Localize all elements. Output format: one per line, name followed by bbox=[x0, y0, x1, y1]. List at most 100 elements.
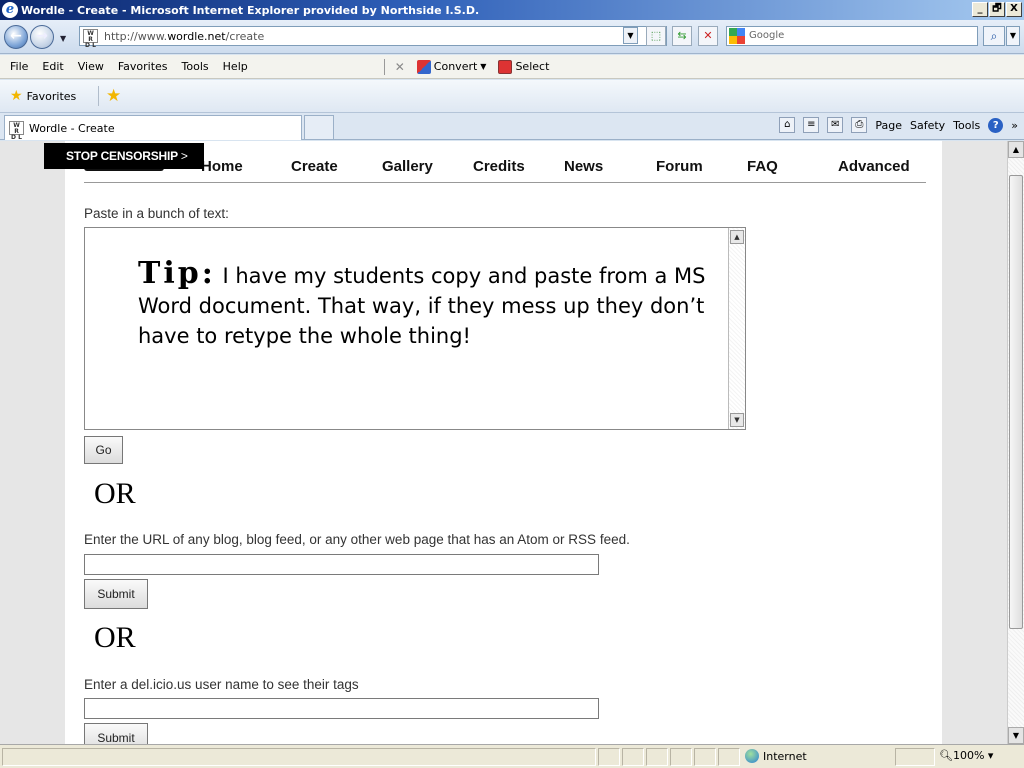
scrollbar-thumb[interactable] bbox=[1009, 175, 1023, 629]
google-icon bbox=[729, 28, 745, 44]
print-icon[interactable]: ⎙ bbox=[851, 117, 868, 133]
wordle-page: STOP CENSORSHIP > Home Create Gallery Cre… bbox=[44, 141, 942, 744]
favorites-star-icon: ★ bbox=[10, 88, 23, 104]
maximize-button[interactable]: 🗗 bbox=[989, 2, 1005, 17]
tab-bar: W RD L Wordle - Create ⌂ ≡ ✉ ⎙ Page Safe… bbox=[0, 113, 1024, 141]
delicious-username-label: Enter a del.icio.us user name to see the… bbox=[84, 677, 359, 692]
close-button[interactable]: X bbox=[1006, 2, 1022, 17]
nav-forum[interactable]: Forum bbox=[656, 158, 703, 175]
status-bar: Internet 🔍︎100% ▾ bbox=[0, 744, 1024, 768]
scroll-down-icon[interactable]: ▼ bbox=[1008, 727, 1024, 744]
tab-wordle-create[interactable]: W RD L Wordle - Create bbox=[4, 115, 302, 141]
nav-gallery[interactable]: Gallery bbox=[382, 158, 433, 175]
menu-bar: File Edit View Favorites Tools Help ✕ Co… bbox=[0, 55, 1024, 79]
tip-annotation: Tip: I have my students copy and paste f… bbox=[138, 259, 718, 351]
select-label: Select bbox=[515, 60, 550, 73]
go-button[interactable]: Go bbox=[84, 436, 123, 464]
textarea-scroll-down-icon[interactable]: ▼ bbox=[730, 413, 744, 427]
window-title: Wordle - Create - Microsoft Internet Exp… bbox=[21, 3, 480, 17]
submit-feed-button[interactable]: Submit bbox=[84, 579, 148, 609]
feed-url-label: Enter the URL of any blog, blog feed, or… bbox=[84, 532, 630, 547]
status-cell bbox=[598, 748, 620, 766]
page-menu[interactable]: Page bbox=[875, 119, 902, 132]
internet-globe-icon bbox=[745, 749, 759, 763]
search-button[interactable]: ⌕ bbox=[983, 26, 1005, 46]
stop-censorship-badge[interactable]: STOP CENSORSHIP > bbox=[44, 143, 204, 169]
refresh-icon[interactable]: ⇆ bbox=[672, 26, 692, 46]
menu-help[interactable]: Help bbox=[221, 60, 250, 73]
delicious-username-input[interactable] bbox=[84, 698, 599, 719]
textarea-scrollbar[interactable]: ▲ ▼ bbox=[728, 228, 745, 429]
textarea-scroll-up-icon[interactable]: ▲ bbox=[730, 230, 744, 244]
status-cell bbox=[694, 748, 716, 766]
menu-tools[interactable]: Tools bbox=[180, 60, 211, 73]
compatibility-view-icon[interactable]: ⬚ bbox=[646, 26, 666, 46]
favorites-bar: ★ Favorites ★ bbox=[0, 80, 1024, 113]
wordle-favicon-icon: W RD L bbox=[83, 29, 98, 49]
new-tab-button[interactable] bbox=[304, 115, 334, 139]
feeds-icon[interactable]: ≡ bbox=[803, 117, 820, 133]
forward-button[interactable]: → bbox=[30, 25, 54, 49]
nav-news[interactable]: News bbox=[564, 158, 603, 175]
back-button[interactable]: ← bbox=[4, 25, 28, 49]
scroll-up-icon[interactable]: ▲ bbox=[1008, 141, 1024, 158]
search-input[interactable]: Google bbox=[726, 26, 978, 46]
menu-favorites[interactable]: Favorites bbox=[116, 60, 170, 73]
home-icon[interactable]: ⌂ bbox=[779, 117, 796, 133]
page-scrollbar[interactable]: ▲ ▼ bbox=[1007, 141, 1024, 744]
paste-text-label: Paste in a bunch of text: bbox=[84, 206, 229, 221]
protected-mode-cell[interactable] bbox=[895, 748, 935, 766]
tab-title: Wordle - Create bbox=[29, 121, 115, 135]
safety-menu[interactable]: Safety bbox=[910, 119, 945, 132]
convert-label: Convert bbox=[433, 60, 478, 73]
address-toolbar: ← → ▼ W RD L http://www.wordle.net/creat… bbox=[0, 20, 1024, 54]
nav-create[interactable]: Create bbox=[291, 158, 338, 175]
paste-text-area[interactable]: Tip: I have my students copy and paste f… bbox=[84, 227, 746, 430]
nav-home[interactable]: Home bbox=[201, 158, 243, 175]
status-cell bbox=[646, 748, 668, 766]
status-text-cell bbox=[2, 748, 596, 766]
menu-file[interactable]: File bbox=[8, 60, 30, 73]
convert-dropdown-icon[interactable]: ▼ bbox=[480, 62, 486, 71]
or-divider-2: OR bbox=[94, 621, 136, 654]
add-to-favorites-bar-icon[interactable]: ★ bbox=[106, 86, 121, 106]
convert-icon bbox=[416, 59, 431, 74]
or-divider-1: OR bbox=[94, 477, 136, 510]
history-dropdown-icon[interactable]: ▼ bbox=[60, 34, 66, 43]
stop-icon[interactable]: ✕ bbox=[698, 26, 718, 46]
menu-view[interactable]: View bbox=[76, 60, 106, 73]
convert-button[interactable]: Convert ▼ bbox=[416, 59, 486, 74]
nav-credits[interactable]: Credits bbox=[473, 158, 525, 175]
tip-heading: Tip: bbox=[138, 256, 216, 291]
address-dropdown-icon[interactable]: ▼ bbox=[623, 27, 638, 44]
close-toolbar-icon[interactable]: ✕ bbox=[395, 60, 405, 74]
zone-label: Internet bbox=[763, 749, 807, 763]
help-icon[interactable]: ? bbox=[988, 117, 1004, 133]
more-commands-button[interactable]: » bbox=[1011, 119, 1018, 132]
status-cell bbox=[718, 748, 740, 766]
tip-text: I have my students copy and paste from a… bbox=[138, 264, 706, 348]
tools-menu[interactable]: Tools bbox=[953, 119, 980, 132]
ie-logo-icon: e bbox=[2, 2, 18, 18]
security-zone[interactable]: Internet bbox=[745, 749, 807, 763]
menu-separator bbox=[383, 58, 385, 75]
favorites-separator bbox=[98, 86, 99, 106]
submit-delicious-button[interactable]: Submit bbox=[84, 723, 148, 744]
feed-url-input[interactable] bbox=[84, 554, 599, 575]
browser-viewport: STOP CENSORSHIP > Home Create Gallery Cre… bbox=[0, 141, 1007, 744]
read-mail-icon[interactable]: ✉ bbox=[827, 117, 844, 133]
zoom-level[interactable]: 🔍︎100% ▾ bbox=[939, 749, 993, 762]
menu-edit[interactable]: Edit bbox=[40, 60, 65, 73]
window-controls: _ 🗗 X bbox=[972, 2, 1022, 17]
select-button[interactable]: Select bbox=[498, 59, 550, 74]
nav-advanced[interactable]: Advanced bbox=[838, 158, 910, 175]
status-cell bbox=[622, 748, 644, 766]
status-cell bbox=[670, 748, 692, 766]
favorites-button[interactable]: ★ Favorites bbox=[10, 88, 76, 104]
stop-censorship-text: STOP CENSORSHIP bbox=[66, 149, 178, 163]
url-text[interactable]: http://www.wordle.net/create bbox=[104, 30, 264, 43]
minimize-button[interactable]: _ bbox=[972, 2, 988, 17]
search-options-dropdown-icon[interactable]: ▼ bbox=[1006, 26, 1020, 46]
address-bar[interactable]: W RD L http://www.wordle.net/create bbox=[79, 26, 667, 49]
nav-faq[interactable]: FAQ bbox=[747, 158, 778, 175]
